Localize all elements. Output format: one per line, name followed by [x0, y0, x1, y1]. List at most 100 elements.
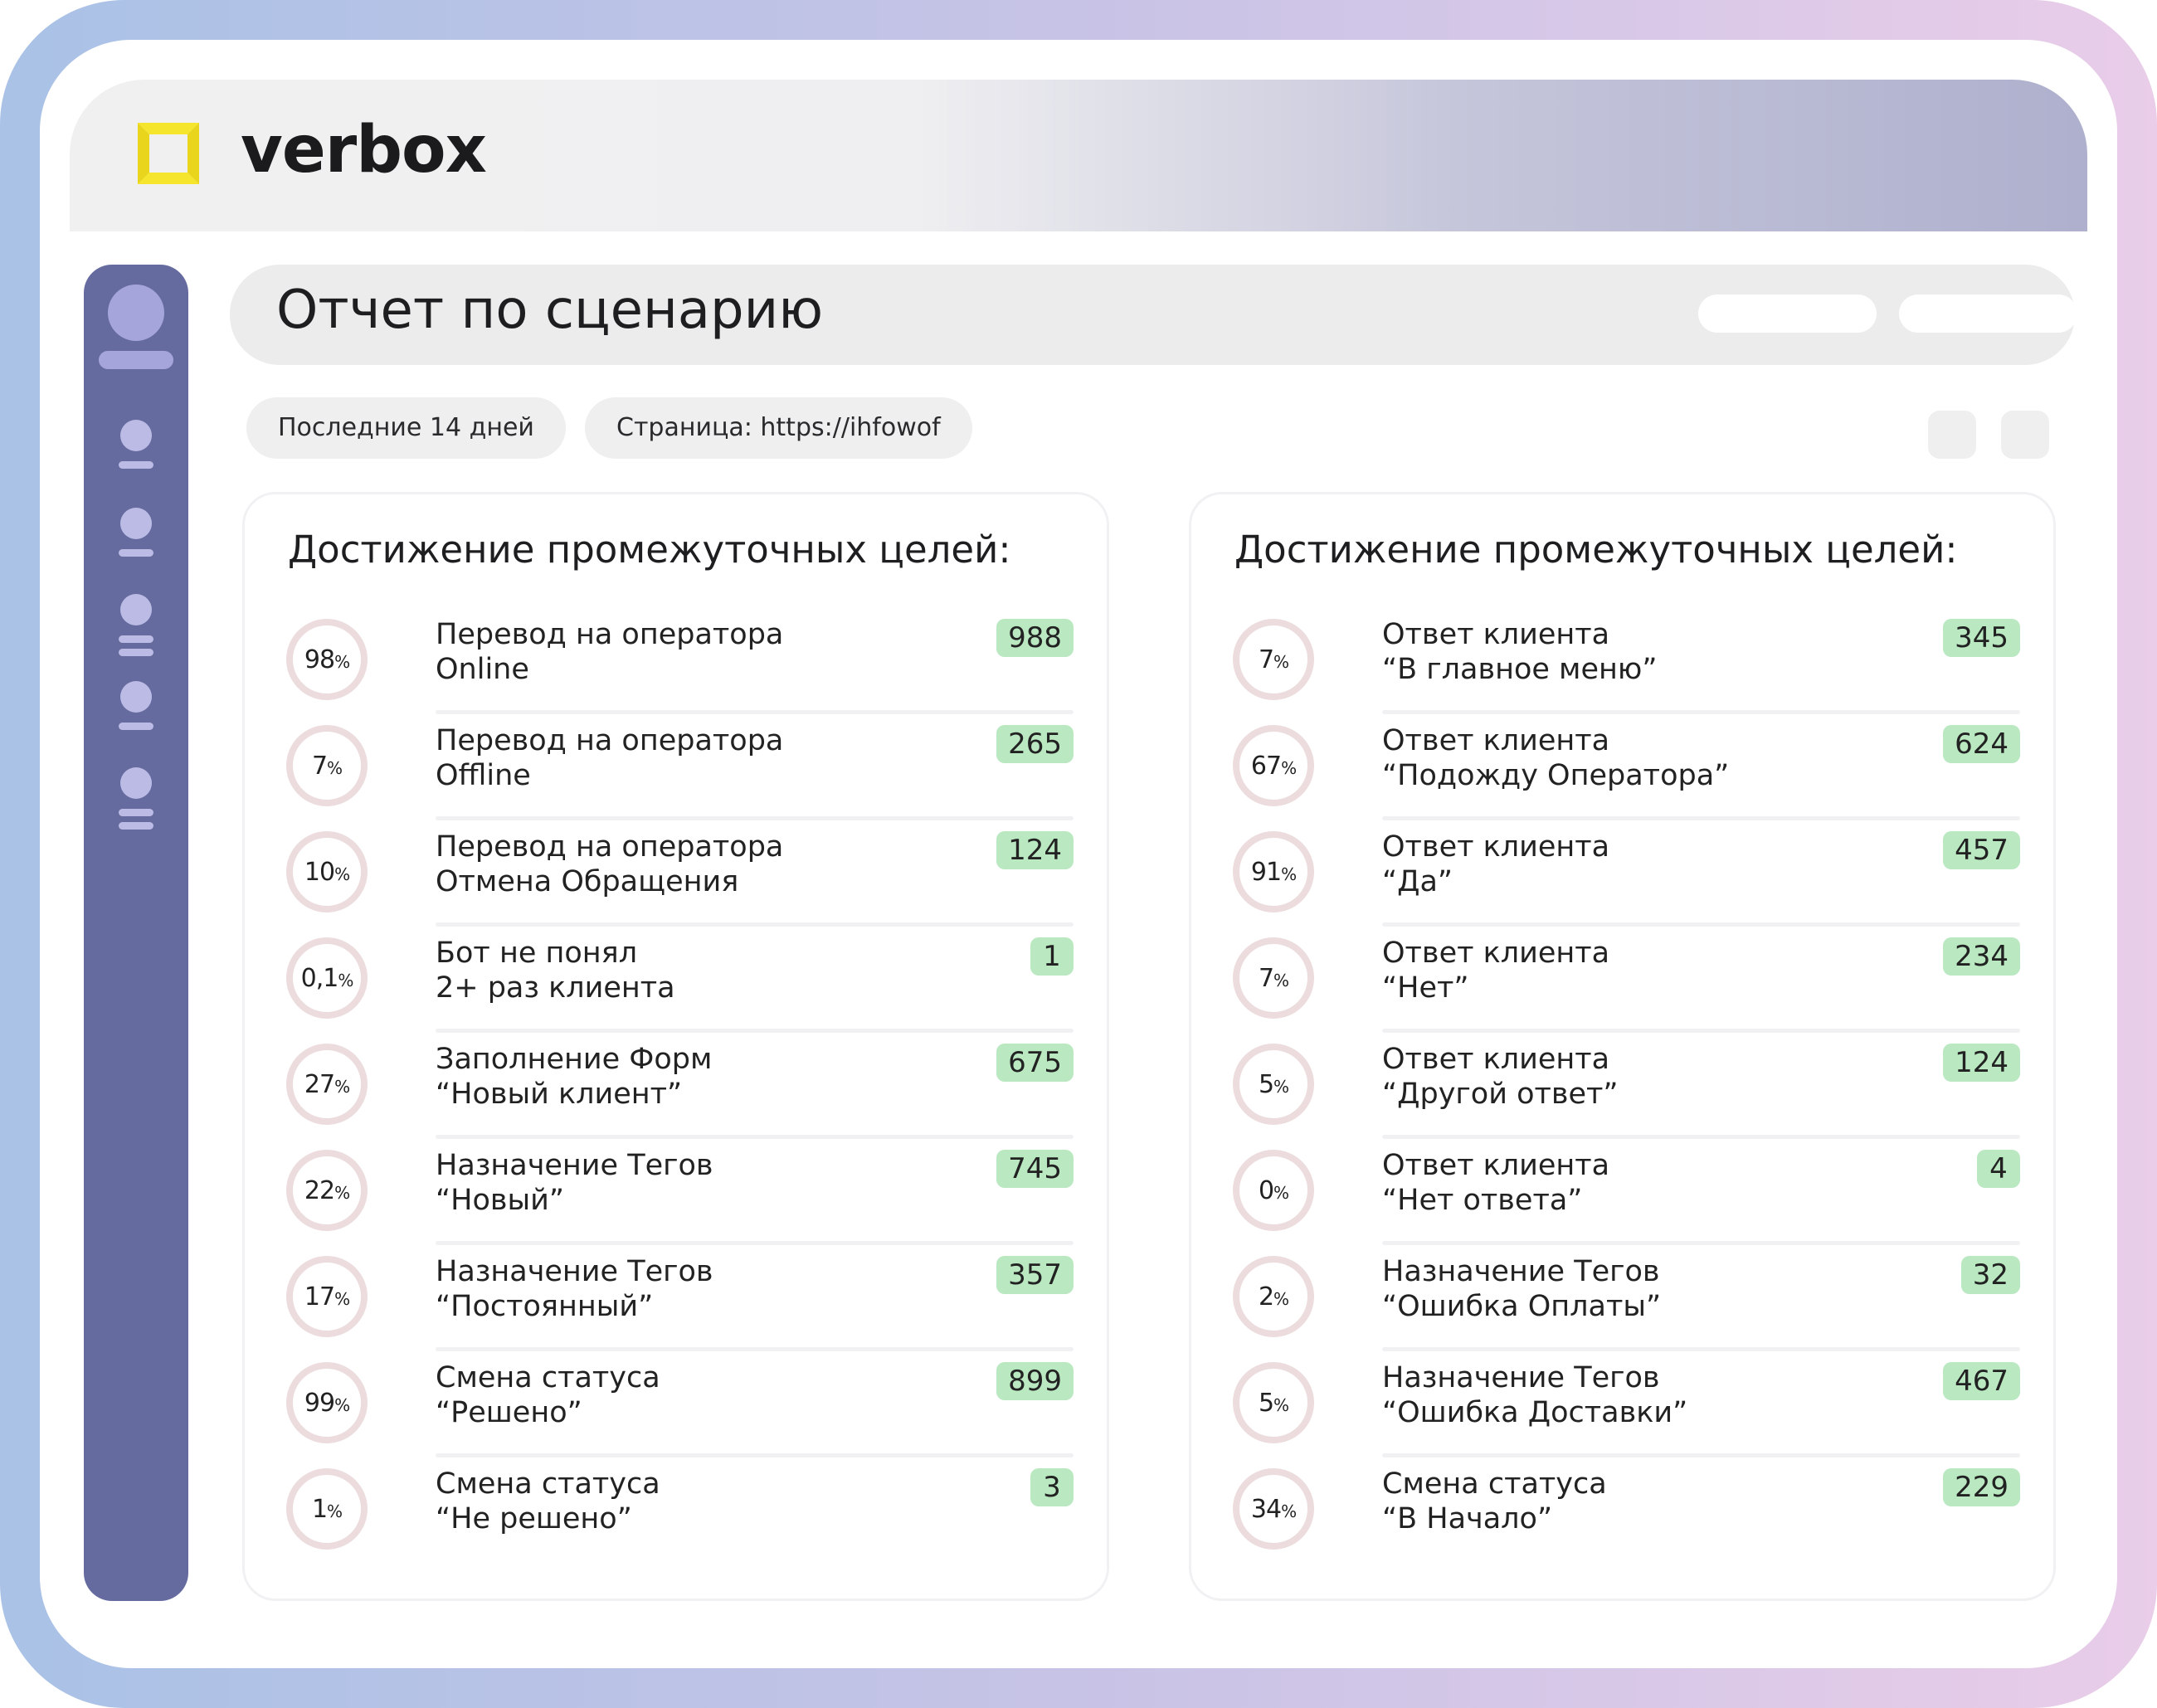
count-badge: 357 — [996, 1256, 1074, 1294]
percent-ring: 2% — [1233, 1256, 1314, 1337]
row-divider — [1382, 922, 2020, 927]
percent-value: 0% — [1258, 1175, 1289, 1205]
percent-ring: 10% — [286, 831, 368, 912]
goals-list: 98% Перевод на оператора Online 988 7% Перево… — [245, 618, 1107, 1574]
brand-name: verbox — [241, 113, 487, 187]
goal-label-line-2: 2+ раз клиента — [436, 971, 675, 1005]
percent-value: 22% — [304, 1175, 350, 1205]
sidebar-item-3-line-2 — [119, 649, 153, 656]
row-divider — [1382, 1347, 2020, 1351]
percent-value: 5% — [1258, 1388, 1289, 1418]
row-divider — [1382, 1029, 2020, 1033]
count-badge: 624 — [1943, 725, 2020, 763]
goal-label-line-1: Ответ клиента — [1382, 1149, 1610, 1182]
page-title: Отчет по сценарию — [276, 280, 824, 341]
goals-panel-right: Достижение промежуточных целей: 7% Ответ … — [1189, 492, 2056, 1601]
goal-row[interactable]: 91% Ответ клиента “Да” 457 — [1191, 830, 2053, 937]
goal-label: Смена статуса “Не решено” — [436, 1467, 660, 1536]
goal-row[interactable]: 7% Ответ клиента “Нет” 234 — [1191, 937, 2053, 1044]
goal-label: Ответ клиента “В главное меню” — [1382, 617, 1657, 687]
sidebar-item-5-line — [119, 809, 153, 816]
goal-label: Ответ клиента “Нет ответа” — [1382, 1148, 1609, 1218]
count-badge: 4 — [1977, 1150, 2020, 1188]
sidebar-item-1-icon[interactable] — [120, 420, 152, 451]
goal-label-line-1: Перевод на оператора — [436, 618, 784, 651]
percent-value: 7% — [1258, 963, 1289, 993]
goal-row[interactable]: 10% Перевод на оператора Отмена Обращения 1… — [245, 830, 1107, 937]
goal-label: Перевод на оператора Offline — [436, 723, 783, 793]
goal-label-line-1: Заполнение Форм — [436, 1043, 713, 1076]
sidebar-item-2-icon[interactable] — [120, 508, 152, 539]
toolbar-button-2[interactable] — [2001, 411, 2049, 459]
goal-row[interactable]: 1% Смена статуса “Не решено” 3 — [245, 1467, 1107, 1574]
goal-row[interactable]: 17% Назначение Тегов “Постоянный” 357 — [245, 1255, 1107, 1362]
row-divider — [1382, 816, 2020, 820]
row-divider — [1382, 1453, 2020, 1457]
count-badge: 988 — [996, 619, 1074, 657]
goal-label: Перевод на оператора Отмена Обращения — [436, 830, 783, 899]
row-divider — [436, 1347, 1074, 1351]
toolbar-button-1[interactable] — [1928, 411, 1976, 459]
goal-label-line-1: Ответ клиента — [1382, 830, 1610, 864]
goal-label-line-1: Смена статуса — [436, 1467, 660, 1501]
goal-row[interactable]: 34% Смена статуса “В Начало” 229 — [1191, 1467, 2053, 1574]
goal-label: Смена статуса “В Начало” — [1382, 1467, 1607, 1536]
goal-label-line-2: “Нет ответа” — [1382, 1184, 1583, 1217]
goal-label-line-1: Бот не понял — [436, 937, 638, 970]
goal-row[interactable]: 22% Назначение Тегов “Новый” 745 — [245, 1149, 1107, 1256]
goal-row[interactable]: 27% Заполнение Форм “Новый клиент” 675 — [245, 1043, 1107, 1150]
percent-value: 34% — [1250, 1494, 1297, 1524]
count-badge: 124 — [1943, 1044, 2020, 1082]
goal-row[interactable]: 7% Перевод на оператора Offline 265 — [245, 723, 1107, 831]
count-badge: 457 — [1943, 831, 2020, 869]
goal-label-line-1: Смена статуса — [436, 1361, 660, 1394]
goal-label-line-1: Ответ клиента — [1382, 618, 1610, 651]
sidebar-avatar[interactable] — [108, 285, 164, 341]
goal-label-line-1: Перевод на оператора — [436, 724, 784, 757]
filter-page[interactable]: Страница: https://ihfowof — [585, 397, 972, 459]
percent-ring: 7% — [1233, 937, 1314, 1019]
percent-value: 91% — [1250, 857, 1297, 887]
goal-row[interactable]: 99% Смена статуса “Решено” 899 — [245, 1360, 1107, 1468]
goal-label: Смена статуса “Решено” — [436, 1360, 660, 1430]
percent-value: 10% — [304, 857, 350, 887]
percent-ring: 34% — [1233, 1468, 1314, 1550]
panel-title: Достижение промежуточных целей: — [288, 528, 1011, 572]
sidebar-item-5-icon[interactable] — [120, 767, 152, 799]
percent-ring: 7% — [1233, 619, 1314, 700]
row-divider — [436, 1135, 1074, 1139]
percent-ring: 98% — [286, 619, 368, 700]
header-action-button-2[interactable] — [1899, 294, 2077, 333]
percent-ring: 1% — [286, 1468, 368, 1550]
goal-row[interactable]: 0,1% Бот не понял 2+ раз клиента 1 — [245, 937, 1107, 1044]
sidebar-item-4-icon[interactable] — [120, 681, 152, 713]
goal-row[interactable]: 5% Назначение Тегов “Ошибка Доставки” 467 — [1191, 1361, 2053, 1468]
goal-label-line-2: Offline — [436, 759, 531, 792]
goal-row[interactable]: 5% Ответ клиента “Другой ответ” 124 — [1191, 1043, 2053, 1150]
goal-label: Назначение Тегов “Ошибка Оплаты” — [1382, 1254, 1661, 1324]
sidebar-header-bar — [99, 351, 173, 369]
goal-label-line-2: “Другой ответ” — [1382, 1078, 1619, 1111]
goal-label-line-1: Назначение Тегов — [436, 1149, 713, 1182]
sidebar-item-3-icon[interactable] — [120, 594, 152, 625]
goal-label-line-1: Ответ клиента — [1382, 724, 1610, 757]
goal-row[interactable]: 67% Ответ клиента “Подожду Оператора” 624 — [1191, 724, 2053, 831]
filter-period[interactable]: Последние 14 дней — [246, 397, 566, 459]
goal-row[interactable]: 2% Назначение Тегов “Ошибка Оплаты” 32 — [1191, 1254, 2053, 1362]
sidebar-item-2-line — [119, 549, 153, 557]
goal-row[interactable]: 98% Перевод на оператора Online 988 — [245, 618, 1107, 725]
percent-ring: 99% — [286, 1362, 368, 1443]
goal-row[interactable]: 0% Ответ клиента “Нет ответа” 4 — [1191, 1148, 2053, 1256]
header-action-button-1[interactable] — [1698, 294, 1877, 333]
row-divider — [436, 1241, 1074, 1245]
percent-ring: 7% — [286, 725, 368, 806]
count-badge: 265 — [996, 725, 1074, 763]
sidebar-item-4-line — [119, 723, 153, 730]
goal-label-line-1: Ответ клиента — [1382, 1043, 1610, 1076]
sidebar-item-1-line — [119, 461, 153, 469]
goal-label-line-2: “Ошибка Доставки” — [1382, 1396, 1688, 1429]
count-badge: 345 — [1943, 619, 2020, 657]
count-badge: 229 — [1943, 1468, 2020, 1506]
goal-row[interactable]: 7% Ответ клиента “В главное меню” 345 — [1191, 617, 2053, 725]
percent-value: 98% — [304, 645, 350, 674]
